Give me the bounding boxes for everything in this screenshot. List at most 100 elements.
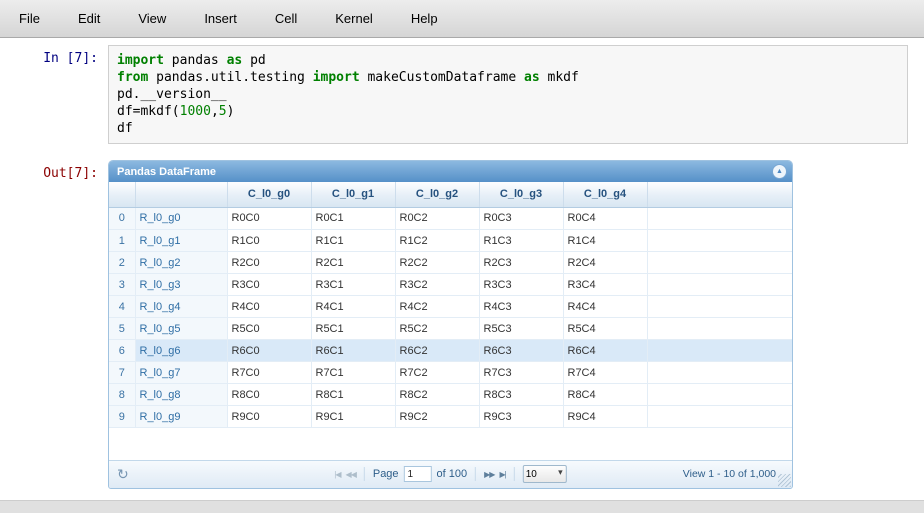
table-row[interactable]: 1 R_l0_g1 R1C0 R1C1 R1C2 R1C3 R1C4 (109, 229, 792, 252)
data-cell[interactable]: R9C0 (227, 405, 312, 428)
table-row[interactable]: 6 R_l0_g6 R6C0 R6C1 R6C2 R6C3 R6C4 (109, 339, 792, 362)
data-cell[interactable]: R4C0 (227, 295, 312, 318)
data-cell[interactable]: R6C1 (311, 339, 396, 362)
data-cell[interactable]: R5C3 (479, 317, 564, 340)
row-index-cell[interactable]: R_l0_g7 (135, 361, 228, 384)
row-number-cell: 3 (109, 273, 136, 296)
data-cell[interactable]: R4C4 (563, 295, 648, 318)
row-index-cell[interactable]: R_l0_g9 (135, 405, 228, 428)
data-cell[interactable]: R7C2 (395, 361, 480, 384)
data-cell[interactable]: R8C1 (311, 383, 396, 406)
row-index-cell[interactable]: R_l0_g4 (135, 295, 228, 318)
data-cell[interactable]: R4C1 (311, 295, 396, 318)
data-cell[interactable]: R3C2 (395, 273, 480, 296)
data-cell[interactable]: R5C2 (395, 317, 480, 340)
data-cell[interactable]: R2C4 (563, 251, 648, 274)
data-cell[interactable]: R8C4 (563, 383, 648, 406)
data-cell[interactable]: R2C1 (311, 251, 396, 274)
data-cell[interactable]: R6C0 (227, 339, 312, 362)
menu-insert[interactable]: Insert (185, 11, 256, 26)
data-cell[interactable]: R1C4 (563, 229, 648, 252)
data-cell[interactable]: R6C2 (395, 339, 480, 362)
data-cell[interactable]: R3C1 (311, 273, 396, 296)
data-cell[interactable]: R9C2 (395, 405, 480, 428)
menu-cell[interactable]: Cell (256, 11, 316, 26)
data-cell[interactable]: R5C1 (311, 317, 396, 340)
data-cell[interactable]: R1C2 (395, 229, 480, 252)
menu-help[interactable]: Help (392, 11, 457, 26)
data-cell[interactable]: R2C2 (395, 251, 480, 274)
row-index-cell[interactable]: R_l0_g0 (135, 207, 228, 230)
table-row[interactable]: 5 R_l0_g5 R5C0 R5C1 R5C2 R5C3 R5C4 (109, 317, 792, 340)
data-cell[interactable]: R0C3 (479, 207, 564, 230)
first-page-button[interactable]: |◀ (334, 470, 341, 479)
data-cell[interactable]: R2C3 (479, 251, 564, 274)
filler-cell (647, 339, 792, 362)
data-cell[interactable]: R8C2 (395, 383, 480, 406)
row-index-cell[interactable]: R_l0_g5 (135, 317, 228, 340)
column-header-C_l0_g2[interactable]: C_l0_g2 (395, 182, 480, 208)
data-cell[interactable]: R7C0 (227, 361, 312, 384)
table-row[interactable]: 0 R_l0_g0 R0C0 R0C1 R0C2 R0C3 R0C4 (109, 207, 792, 230)
data-cell[interactable]: R0C1 (311, 207, 396, 230)
data-cell[interactable]: R3C3 (479, 273, 564, 296)
data-cell[interactable]: R9C1 (311, 405, 396, 428)
table-row[interactable]: 4 R_l0_g4 R4C0 R4C1 R4C2 R4C3 R4C4 (109, 295, 792, 318)
page-number-input[interactable] (403, 466, 432, 482)
menu-edit[interactable]: Edit (59, 11, 119, 26)
menu-kernel[interactable]: Kernel (316, 11, 392, 26)
menu-view[interactable]: View (119, 11, 185, 26)
data-cell[interactable]: R7C3 (479, 361, 564, 384)
table-row[interactable]: 3 R_l0_g3 R3C0 R3C1 R3C2 R3C3 R3C4 (109, 273, 792, 296)
row-number-cell: 0 (109, 207, 136, 230)
data-cell[interactable]: R9C4 (563, 405, 648, 428)
prev-page-button[interactable]: ◀◀ (346, 470, 357, 479)
column-header-C_l0_g1[interactable]: C_l0_g1 (311, 182, 396, 208)
row-index-cell[interactable]: R_l0_g1 (135, 229, 228, 252)
data-cell[interactable]: R4C2 (395, 295, 480, 318)
filler-cell (647, 361, 792, 384)
dataframe-body-table: 0 R_l0_g0 R0C0 R0C1 R0C2 R0C3 R0C4 1 R_l0_g1 R1C0… (109, 207, 792, 428)
data-cell[interactable]: R8C3 (479, 383, 564, 406)
data-cell[interactable]: R4C3 (479, 295, 564, 318)
data-cell[interactable]: R0C2 (395, 207, 480, 230)
row-index-cell[interactable]: R_l0_g3 (135, 273, 228, 296)
data-cell[interactable]: R5C4 (563, 317, 648, 340)
row-number-cell: 8 (109, 383, 136, 406)
table-row[interactable]: 2 R_l0_g2 R2C0 R2C1 R2C2 R2C3 R2C4 (109, 251, 792, 274)
column-header-C_l0_g4[interactable]: C_l0_g4 (563, 182, 648, 208)
data-cell[interactable]: R7C1 (311, 361, 396, 384)
data-cell[interactable]: R3C4 (563, 273, 648, 296)
resize-grip[interactable] (778, 473, 791, 487)
data-cell[interactable]: R5C0 (227, 317, 312, 340)
data-cell[interactable]: R8C0 (227, 383, 312, 406)
data-cell[interactable]: R0C4 (563, 207, 648, 230)
data-cell[interactable]: R2C0 (227, 251, 312, 274)
table-row[interactable]: 7 R_l0_g7 R7C0 R7C1 R7C2 R7C3 R7C4 (109, 361, 792, 384)
refresh-icon[interactable]: ↻ (117, 466, 129, 482)
code-editor[interactable]: import pandas as pd from pandas.util.test… (108, 45, 908, 144)
data-cell[interactable]: R1C1 (311, 229, 396, 252)
last-page-button[interactable]: ▶| (499, 470, 506, 479)
next-page-button[interactable]: ▶▶ (484, 470, 495, 479)
row-index-cell[interactable]: R_l0_g6 (135, 339, 228, 362)
page-size-select[interactable]: 10 (522, 465, 567, 483)
data-cell[interactable]: R1C0 (227, 229, 312, 252)
menu-file[interactable]: File (0, 11, 59, 26)
row-index-cell[interactable]: R_l0_g2 (135, 251, 228, 274)
table-row[interactable]: 8 R_l0_g8 R8C0 R8C1 R8C2 R8C3 R8C4 (109, 383, 792, 406)
data-cell[interactable]: R6C3 (479, 339, 564, 362)
data-cell[interactable]: R7C4 (563, 361, 648, 384)
data-cell[interactable]: R3C0 (227, 273, 312, 296)
data-cell[interactable]: R6C4 (563, 339, 648, 362)
column-header-C_l0_g3[interactable]: C_l0_g3 (479, 182, 564, 208)
row-number-cell: 9 (109, 405, 136, 428)
data-cell[interactable]: R0C0 (227, 207, 312, 230)
code-line: from pandas.util.testing import makeCust… (117, 70, 579, 85)
collapse-icon[interactable]: ▲ (772, 164, 787, 179)
row-index-cell[interactable]: R_l0_g8 (135, 383, 228, 406)
data-cell[interactable]: R1C3 (479, 229, 564, 252)
data-cell[interactable]: R9C3 (479, 405, 564, 428)
column-header-C_l0_g0[interactable]: C_l0_g0 (227, 182, 312, 208)
table-row[interactable]: 9 R_l0_g9 R9C0 R9C1 R9C2 R9C3 R9C4 (109, 405, 792, 428)
